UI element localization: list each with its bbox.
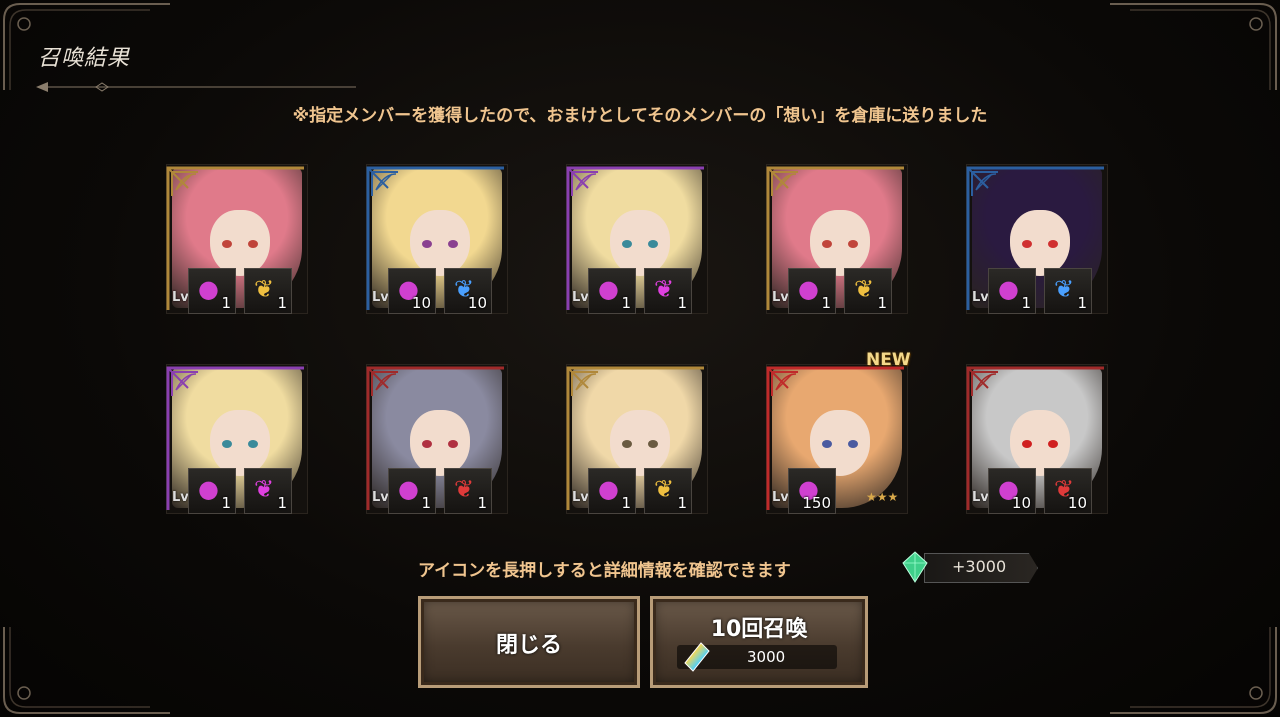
fruit-item: ● 150 bbox=[788, 468, 836, 514]
butterfly-item: ❦ 1 bbox=[244, 268, 292, 314]
level-label: Lv bbox=[972, 490, 989, 505]
long-press-hint: アイコンを長押しすると詳細情報を確認できます bbox=[418, 561, 791, 581]
new-badge: NEW bbox=[866, 350, 911, 370]
butterfly-count: 1 bbox=[677, 494, 687, 512]
rarity-stars: ★★★ bbox=[866, 490, 899, 504]
member-card[interactable]: Lv ★ ● 1 ❦ 1 bbox=[962, 160, 1110, 316]
fruit-count: 150 bbox=[802, 494, 831, 512]
fruit-count: 1 bbox=[621, 294, 631, 312]
member-card[interactable]: Lv ★ ● 10 ❦ 10 bbox=[962, 360, 1110, 516]
summon-cost-value: 3000 bbox=[747, 648, 786, 666]
close-button-label: 閉じる bbox=[495, 633, 562, 658]
apple-icon: ● bbox=[598, 475, 619, 503]
summon-10-button[interactable]: 10回召喚 3000 bbox=[650, 596, 868, 688]
fruit-item: ● 1 bbox=[588, 268, 636, 314]
level-label: Lv bbox=[172, 490, 189, 505]
butterfly-icon: ❦ bbox=[854, 275, 875, 303]
member-card[interactable]: Lv ★ ● 1 ❦ 1 bbox=[562, 360, 710, 516]
apple-icon: ● bbox=[998, 275, 1019, 303]
butterfly-icon: ❦ bbox=[254, 475, 275, 503]
gem-icon bbox=[902, 551, 928, 583]
butterfly-icon: ❦ bbox=[1054, 275, 1075, 303]
title-divider bbox=[36, 82, 356, 92]
member-card[interactable]: Lv ★ ● 1 ❦ 1 bbox=[562, 160, 710, 316]
butterfly-count: 1 bbox=[277, 294, 287, 312]
bonus-notice: ※指定メンバーを獲得したので、おまけとしてそのメンバーの「想い」を倉庫に送りまし… bbox=[292, 106, 988, 126]
crystal-icon bbox=[684, 642, 710, 672]
fruit-count: 10 bbox=[411, 294, 431, 312]
member-card[interactable]: Lv ★ ● 10 ❦ 10 bbox=[362, 160, 510, 316]
butterfly-icon: ❦ bbox=[654, 275, 675, 303]
butterfly-icon: ❦ bbox=[654, 475, 675, 503]
level-label: Lv bbox=[572, 490, 589, 505]
butterfly-item: ❦ 1 bbox=[644, 468, 692, 514]
member-card[interactable]: Lv ★ ● 1 ❦ 1 bbox=[162, 160, 310, 316]
page-title: 召喚結果 bbox=[38, 46, 131, 71]
fruit-item: ● 1 bbox=[988, 268, 1036, 314]
butterfly-count: 1 bbox=[277, 494, 287, 512]
level-label: Lv bbox=[372, 290, 389, 305]
fruit-count: 1 bbox=[221, 294, 231, 312]
butterfly-count: 10 bbox=[1067, 494, 1087, 512]
gem-reward-value: +3000 bbox=[952, 557, 1007, 576]
fruit-item: ● 10 bbox=[988, 468, 1036, 514]
member-card[interactable]: Lv ★ ● 1 ❦ 1 bbox=[362, 360, 510, 516]
butterfly-count: 1 bbox=[1077, 294, 1087, 312]
fruit-count: 1 bbox=[821, 294, 831, 312]
fruit-item: ● 1 bbox=[788, 268, 836, 314]
gem-reward: +3000 bbox=[900, 551, 1040, 583]
butterfly-item: ❦ 1 bbox=[644, 268, 692, 314]
frame-corner-br bbox=[1110, 627, 1280, 717]
apple-icon: ● bbox=[798, 275, 819, 303]
butterfly-item: ❦ 10 bbox=[444, 268, 492, 314]
fruit-count: 10 bbox=[1011, 494, 1031, 512]
fruit-item: ● 1 bbox=[188, 268, 236, 314]
fruit-item: ● 1 bbox=[588, 468, 636, 514]
butterfly-count: 1 bbox=[877, 294, 887, 312]
butterfly-item: ❦ 1 bbox=[244, 468, 292, 514]
frame-corner-tr bbox=[1110, 0, 1280, 90]
member-card[interactable]: Lv ★ ● 1 ❦ 1 bbox=[762, 160, 910, 316]
fruit-count: 1 bbox=[621, 494, 631, 512]
butterfly-count: 1 bbox=[477, 494, 487, 512]
level-label: Lv bbox=[972, 290, 989, 305]
level-label: Lv bbox=[572, 290, 589, 305]
apple-icon: ● bbox=[198, 275, 219, 303]
butterfly-item: ❦ 10 bbox=[1044, 468, 1092, 514]
butterfly-count: 10 bbox=[467, 294, 487, 312]
member-card[interactable]: Lv ★ ● 1 ❦ 1 bbox=[162, 360, 310, 516]
apple-icon: ● bbox=[198, 475, 219, 503]
level-label: Lv bbox=[372, 490, 389, 505]
butterfly-count: 1 bbox=[677, 294, 687, 312]
butterfly-item: ❦ 1 bbox=[1044, 268, 1092, 314]
summon-cost: 3000 bbox=[677, 642, 837, 672]
close-button[interactable]: 閉じる bbox=[418, 596, 640, 688]
apple-icon: ● bbox=[598, 275, 619, 303]
member-card[interactable]: Lv.1 ★★★ ● 150 NEW bbox=[762, 350, 911, 516]
fruit-count: 1 bbox=[221, 494, 231, 512]
level-label: Lv bbox=[172, 290, 189, 305]
fruit-count: 1 bbox=[421, 494, 431, 512]
frame-corner-bl bbox=[0, 627, 170, 717]
butterfly-item: ❦ 1 bbox=[844, 268, 892, 314]
fruit-item: ● 1 bbox=[388, 468, 436, 514]
butterfly-icon: ❦ bbox=[454, 475, 475, 503]
fruit-item: ● 1 bbox=[188, 468, 236, 514]
fruit-item: ● 10 bbox=[388, 268, 436, 314]
butterfly-item: ❦ 1 bbox=[444, 468, 492, 514]
summon-10-button-label: 10回召喚 bbox=[710, 617, 808, 642]
butterfly-icon: ❦ bbox=[254, 275, 275, 303]
level-label: Lv bbox=[772, 290, 789, 305]
apple-icon: ● bbox=[398, 475, 419, 503]
fruit-count: 1 bbox=[1021, 294, 1031, 312]
